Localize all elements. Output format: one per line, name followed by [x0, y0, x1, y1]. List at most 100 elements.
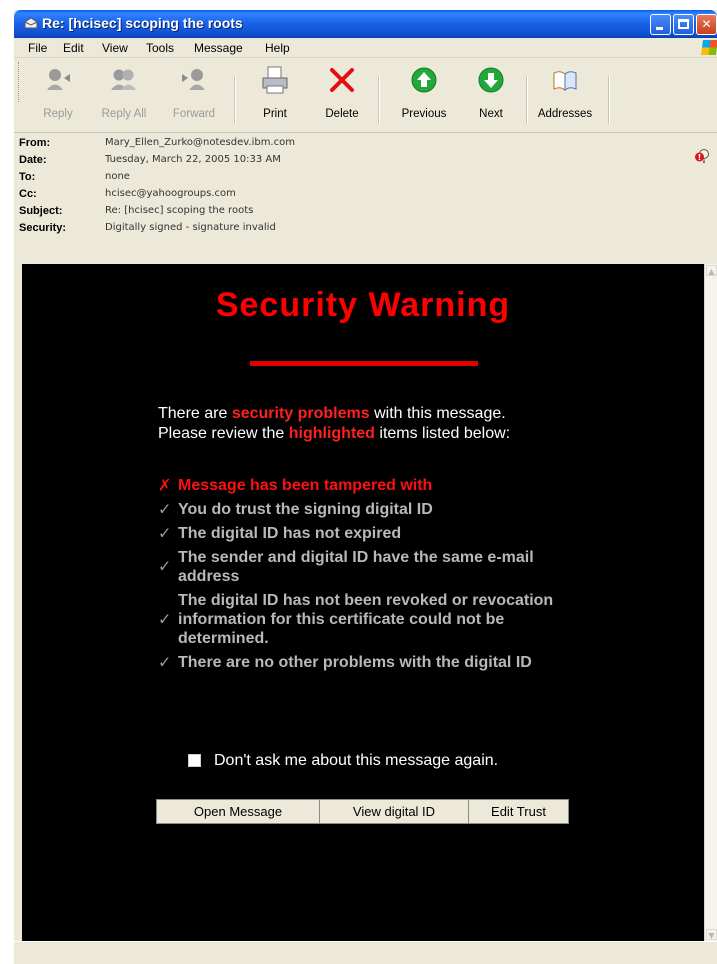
checkmark-icon: ✓ [158, 654, 172, 671]
scroll-down-arrow-icon[interactable]: ▼ [706, 929, 717, 940]
toolbar-separator [608, 76, 610, 124]
maximize-icon [678, 19, 689, 29]
title-bar[interactable]: Re: [hcisec] scoping the roots ✕ [14, 10, 717, 38]
toolbar-separator [234, 76, 236, 124]
check-item-expired: ✓ The digital ID has not expired [158, 524, 598, 543]
checkmark-icon: ✓ [158, 611, 172, 628]
check-text: Message has been tampered with [178, 477, 433, 494]
close-button[interactable]: ✕ [696, 14, 717, 35]
reply-icon [42, 64, 74, 96]
scroll-up-arrow-icon[interactable]: ▲ [706, 265, 717, 276]
check-text: You do trust the signing digital ID [178, 501, 433, 518]
menu-edit[interactable]: Edit [63, 41, 84, 55]
dont-ask-checkbox[interactable] [188, 754, 201, 767]
reply-button[interactable]: Reply [30, 60, 86, 130]
down-arrow-icon [475, 64, 507, 96]
checkmark-icon: ✓ [158, 558, 172, 576]
intro-line-1: There are security problems with this me… [158, 404, 598, 424]
window-title: Re: [hcisec] scoping the roots [42, 15, 243, 31]
intro-text: with this message. [369, 405, 506, 422]
printer-icon [259, 64, 291, 96]
delete-button[interactable]: Delete [316, 60, 368, 130]
security-warning-panel: Security Warning There are security prob… [22, 264, 704, 941]
print-button[interactable]: Print [250, 60, 300, 130]
minimize-button[interactable] [650, 14, 671, 35]
to-label: To: [19, 171, 36, 183]
check-item-revoked: ✓ The digital ID has not been revoked or … [158, 591, 568, 648]
svg-text:!: ! [698, 153, 702, 162]
check-text: There are no other problems with the dig… [178, 654, 532, 671]
reply-label: Reply [43, 108, 73, 120]
forward-label: Forward [172, 108, 216, 120]
reply-all-label: Reply All [101, 108, 147, 120]
check-text: The sender and digital ID have the same … [178, 549, 534, 585]
check-item-tampered: ✗ Message has been tampered with [158, 476, 598, 495]
check-item-email: ✓ The sender and digital ID have the same… [158, 548, 568, 586]
maximize-button[interactable] [673, 14, 694, 35]
intro-highlight: highlighted [288, 425, 375, 442]
to-value: none [105, 171, 130, 182]
next-label: Next [479, 108, 503, 120]
check-list: ✗ Message has been tampered with ✓ You do … [158, 476, 598, 677]
minimize-icon [656, 27, 663, 30]
menu-help[interactable]: Help [265, 41, 290, 55]
menu-bar: File Edit View Tools Message Help [14, 38, 717, 58]
menu-tools[interactable]: Tools [146, 41, 174, 55]
cc-value[interactable]: hcisec@yahoogroups.com [105, 188, 236, 199]
intro-highlight: security problems [231, 405, 370, 422]
toolbar-separator [526, 76, 528, 124]
warning-title: Security Warning [215, 286, 511, 324]
fail-x-icon: ✗ [158, 477, 172, 494]
from-label: From: [19, 137, 51, 149]
next-button[interactable]: Next [466, 60, 516, 130]
delete-label: Delete [325, 108, 359, 120]
security-value: Digitally signed - signature invalid [105, 222, 276, 233]
check-text: The digital ID has not expired [178, 525, 402, 542]
check-item-trust: ✓ You do trust the signing digital ID [158, 500, 598, 519]
signature-invalid-icon[interactable]: ! [694, 148, 710, 164]
previous-label: Previous [401, 108, 447, 120]
vertical-scrollbar[interactable]: ▲ ▼ [704, 264, 717, 941]
address-book-icon [549, 64, 581, 96]
close-icon: ✕ [701, 17, 712, 31]
up-arrow-icon [408, 64, 440, 96]
reply-all-button[interactable]: Reply All [94, 60, 154, 130]
addresses-label: Addresses [537, 108, 593, 120]
intro-text: items listed below: [374, 425, 511, 442]
from-value[interactable]: Mary_Ellen_Zurko@notesdev.ibm.com [105, 137, 295, 148]
addresses-button[interactable]: Addresses [534, 60, 596, 130]
subject-label: Subject: [19, 205, 63, 217]
menu-file[interactable]: File [28, 41, 47, 55]
open-message-button[interactable]: Open Message [156, 799, 320, 824]
cc-label: Cc: [19, 188, 37, 200]
checkmark-icon: ✓ [158, 525, 172, 542]
message-headers: From: Mary_Ellen_Zurko@notesdev.ibm.com … [14, 133, 717, 263]
reply-all-icon [108, 64, 140, 96]
security-label: Security: [19, 222, 67, 234]
intro-line-2: Please review the highlighted items list… [158, 424, 598, 444]
menu-message[interactable]: Message [194, 41, 243, 55]
delete-icon [326, 64, 358, 96]
envelope-icon [24, 17, 38, 29]
toolbar-grip[interactable] [18, 62, 22, 102]
dont-ask-label[interactable]: Don't ask me about this message again. [214, 752, 498, 770]
forward-button[interactable]: Forward [164, 60, 224, 130]
check-item-other: ✓ There are no other problems with the di… [158, 653, 588, 672]
title-underline [250, 361, 478, 366]
subject-value: Re: [hcisec] scoping the roots [105, 205, 254, 216]
edit-trust-button[interactable]: Edit Trust [468, 799, 569, 824]
view-digital-id-button[interactable]: View digital ID [319, 799, 469, 824]
checkmark-icon: ✓ [158, 501, 172, 518]
mail-window: Re: [hcisec] scoping the roots ✕ File Ed… [14, 10, 717, 964]
toolbar: Reply Reply All Forward Print Delete Pre… [14, 58, 717, 133]
previous-button[interactable]: Previous [394, 60, 454, 130]
check-text: The digital ID has not been revoked or r… [178, 592, 554, 647]
menu-view[interactable]: View [102, 41, 128, 55]
forward-icon [178, 64, 210, 96]
intro-text: Please review the [158, 425, 289, 442]
date-value: Tuesday, March 22, 2005 10:33 AM [105, 154, 281, 165]
status-bar [14, 941, 717, 964]
windows-logo-icon [700, 40, 717, 55]
intro-text: There are [158, 405, 232, 422]
warning-intro: There are security problems with this me… [158, 404, 598, 444]
